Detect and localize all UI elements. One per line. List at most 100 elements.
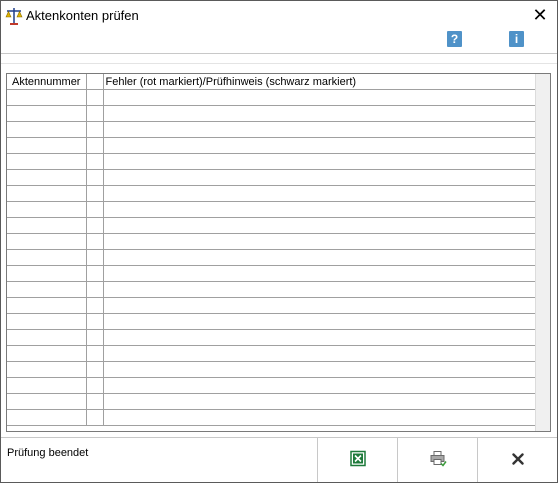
table-cell[interactable]	[86, 185, 104, 202]
table-cell[interactable]	[7, 121, 87, 138]
table-cell[interactable]	[7, 105, 87, 122]
table-cell[interactable]	[7, 297, 87, 314]
table-cell[interactable]	[7, 233, 87, 250]
table-cell[interactable]	[103, 329, 536, 346]
table-cell[interactable]	[86, 249, 104, 266]
table-row[interactable]	[7, 377, 536, 394]
table-cell[interactable]	[103, 137, 536, 154]
table-row[interactable]	[7, 249, 536, 266]
info-icon[interactable]: i	[509, 31, 524, 47]
table-cell[interactable]	[7, 217, 87, 234]
table-cell[interactable]	[86, 313, 104, 330]
table-cell[interactable]	[103, 217, 536, 234]
table-cell[interactable]	[103, 233, 536, 250]
table-cell[interactable]	[103, 345, 536, 362]
column-header-fehler[interactable]: Fehler (rot markiert)/Prüfhinweis (schwa…	[103, 74, 536, 90]
table-cell[interactable]	[103, 313, 536, 330]
table-cell[interactable]	[86, 201, 104, 218]
table-cell[interactable]	[7, 89, 87, 106]
table-row[interactable]	[7, 345, 536, 362]
table-row[interactable]	[7, 313, 536, 330]
table-row[interactable]	[7, 169, 536, 186]
table-row[interactable]	[7, 217, 536, 234]
table-cell[interactable]	[86, 137, 104, 154]
table-row[interactable]	[7, 185, 536, 202]
table-cell[interactable]	[103, 265, 536, 282]
table-cell[interactable]	[86, 217, 104, 234]
table-cell[interactable]	[7, 361, 87, 378]
table-cell[interactable]	[7, 137, 87, 154]
table-row[interactable]	[7, 89, 536, 106]
table-row[interactable]	[7, 393, 536, 410]
table-cell[interactable]	[86, 345, 104, 362]
table-cell[interactable]	[86, 233, 104, 250]
printer-icon	[429, 450, 447, 471]
table-row[interactable]	[7, 105, 536, 122]
table-cell[interactable]	[103, 185, 536, 202]
table-cell[interactable]	[86, 265, 104, 282]
table-cell[interactable]	[7, 313, 87, 330]
table-cell[interactable]	[103, 409, 536, 426]
table-cell[interactable]	[7, 329, 87, 346]
column-header-aktennummer[interactable]: Aktennummer	[7, 74, 87, 90]
table-cell[interactable]	[86, 297, 104, 314]
excel-export-button[interactable]	[317, 438, 398, 482]
table-cell[interactable]	[86, 281, 104, 298]
table-row[interactable]	[7, 121, 536, 138]
table-cell[interactable]	[86, 153, 104, 170]
table-cell[interactable]	[103, 377, 536, 394]
results-grid[interactable]: Aktennummer Fehler (rot markiert)/Prüfhi…	[6, 73, 551, 432]
table-cell[interactable]	[86, 89, 104, 106]
table-row[interactable]	[7, 409, 536, 426]
table-cell[interactable]	[86, 121, 104, 138]
table-cell[interactable]	[103, 361, 536, 378]
table-row[interactable]	[7, 329, 536, 346]
table-cell[interactable]	[103, 393, 536, 410]
table-row[interactable]	[7, 361, 536, 378]
table-cell[interactable]	[7, 377, 87, 394]
table-cell[interactable]	[86, 377, 104, 394]
table-row[interactable]	[7, 201, 536, 218]
table-cell[interactable]	[103, 249, 536, 266]
table-row[interactable]	[7, 137, 536, 154]
table-cell[interactable]	[86, 409, 104, 426]
table-cell[interactable]	[7, 281, 87, 298]
table-cell[interactable]	[86, 329, 104, 346]
table-cell[interactable]	[103, 121, 536, 138]
table-cell[interactable]	[7, 153, 87, 170]
column-header-marker[interactable]	[86, 74, 104, 90]
table-cell[interactable]	[7, 393, 87, 410]
cancel-icon	[512, 452, 524, 470]
table-cell[interactable]	[86, 361, 104, 378]
cancel-button[interactable]	[477, 438, 557, 482]
table-cell[interactable]	[7, 265, 87, 282]
table-cell[interactable]	[103, 297, 536, 314]
table-cell[interactable]	[7, 345, 87, 362]
table-cell[interactable]	[7, 169, 87, 186]
table-cell[interactable]	[7, 185, 87, 202]
table-cell[interactable]	[86, 393, 104, 410]
table-cell[interactable]	[103, 201, 536, 218]
close-icon[interactable]: ✕	[529, 4, 551, 26]
content-divider	[1, 63, 557, 64]
table-cell[interactable]	[7, 201, 87, 218]
table-cell[interactable]	[86, 105, 104, 122]
toolbar: ? i	[1, 31, 557, 53]
table-row[interactable]	[7, 265, 536, 282]
table-row[interactable]	[7, 153, 536, 170]
table-row[interactable]	[7, 233, 536, 250]
help-icon[interactable]: ?	[447, 31, 462, 47]
table-cell[interactable]	[103, 153, 536, 170]
table-cell[interactable]	[103, 281, 536, 298]
table-cell[interactable]	[7, 409, 87, 426]
status-text: Prüfung beendet	[7, 447, 89, 459]
table-row[interactable]	[7, 297, 536, 314]
print-button[interactable]	[397, 438, 478, 482]
table-cell[interactable]	[86, 169, 104, 186]
table-cell[interactable]	[103, 89, 536, 106]
table-cell[interactable]	[7, 249, 87, 266]
vertical-scrollbar[interactable]	[535, 74, 550, 431]
table-row[interactable]	[7, 281, 536, 298]
table-cell[interactable]	[103, 105, 536, 122]
table-cell[interactable]	[103, 169, 536, 186]
